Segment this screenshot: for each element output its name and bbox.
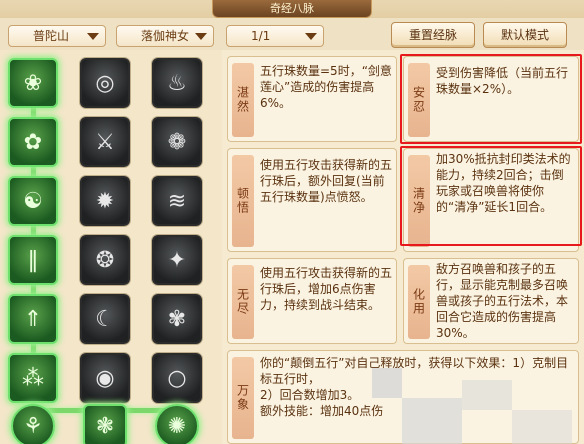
skill-desc: 你的“颠倒五行”对自己释放时，获得以下效果：1）克制目标五行时， [260,356,569,386]
meridian-node[interactable]: ⚔ [80,117,130,167]
flower-bed-icon: ❃ [95,413,115,439]
skill-desc: 敌方召唤兽和孩子的五行，显示能克制最多召唤兽或孩子的五行法术，本回合它造成的伤害… [436,262,569,340]
skill-name: 化用 [408,265,430,339]
skill-card[interactable]: 湛然 五行珠数量=5时，“剑意莲心”造成的伤害提高6%。 [227,56,397,142]
meridian-node[interactable]: ⚘ [11,404,55,444]
swirl-icon: ◎ [95,70,115,96]
meridian-node[interactable]: ❂ [80,235,130,285]
meridian-node[interactable]: ○ [152,353,202,403]
meridian-node[interactable]: ✦ [152,235,202,285]
highlight-box [400,54,582,144]
skill-card[interactable]: 无尽 使用五行攻击获得新的五行珠后，增加6点伤害力，持续到战斗结束。 [227,258,397,344]
spirit-icon: ✺ [167,413,187,439]
default-mode-button[interactable]: 默认模式 [483,22,567,48]
window-titlebar: 奇经八脉 [0,0,584,18]
faction-select-value: 普陀山 [33,29,70,43]
meridian-node[interactable]: ✺ [155,404,199,444]
page-select-value: 1/1 [251,29,271,43]
meridian-node[interactable]: ☾ [80,294,130,344]
meridian-node[interactable]: ☯ [8,176,58,226]
lotus-icon: ❀ [23,70,43,96]
meridian-node[interactable]: ❀ [8,58,58,108]
meridian-node[interactable]: ✹ [80,176,130,226]
reset-meridian-button[interactable]: 重置经脉 [391,22,475,48]
skill-name: 万象 [232,357,254,439]
chevron-down-icon [305,33,317,40]
bamboo-icon: ‖ [27,247,39,273]
chevron-down-icon [195,33,207,40]
lotus-seat-icon: ✿ [23,129,43,155]
meridian-node[interactable]: ♨ [152,58,202,108]
highlight-box [400,146,582,246]
skill-desc: 使用五行攻击获得新的五行珠后，额外回复(当前五行珠数量)点愤怒。 [260,158,393,204]
skill-card[interactable]: 化用 敌方召唤兽和孩子的五行，显示能克制最多召唤兽或孩子的五行法术，本回合它造成… [403,258,579,344]
skill-name: 无尽 [232,265,254,339]
meridian-node[interactable]: ✿ [8,117,58,167]
skill-panel: 湛然 五行珠数量=5时，“剑意莲心”造成的伤害提高6%。 顿悟 使用五行攻击获得… [222,50,584,444]
lotus-flower-icon: ❁ [167,129,187,155]
ring-icon: ◉ [95,365,115,391]
watermark-patch [512,410,572,444]
circle-icon: ○ [167,365,187,391]
skill-card[interactable]: 顿悟 使用五行攻击获得新的五行珠后，额外回复(当前五行珠数量)点愤怒。 [227,148,397,252]
skill-desc: 五行珠数量=5时，“剑意莲心”造成的伤害提高6%。 [260,64,392,110]
sword-icon: ⚔ [95,129,115,155]
wave-icon: ☯ [23,188,43,214]
wind-icon: ≋ [167,188,187,214]
page-select[interactable]: 1/1 [226,25,324,47]
skill-name: 顿悟 [232,155,254,247]
window-title: 奇经八脉 [212,0,372,18]
watermark-patch [462,380,512,410]
spiral-icon: ❂ [95,247,115,273]
meridian-node[interactable]: ❃ [83,404,127,444]
orbs-icon: ⁂ [22,365,44,391]
chevron-down-icon [87,33,99,40]
watermark-patch [372,368,402,398]
up-arrow-icon: ⇑ [23,306,43,332]
meridian-node[interactable]: ≋ [152,176,202,226]
meridian-node[interactable]: ⇑ [8,294,58,344]
meridian-node[interactable]: ◎ [80,58,130,108]
meridian-node[interactable]: ‖ [8,235,58,285]
faction-select[interactable]: 普陀山 [8,25,106,47]
watermark-patch [402,398,462,444]
role-select-value: 落伽神女 [141,29,190,43]
gourd-icon: ⚘ [23,413,43,439]
flame-icon: ♨ [167,70,187,96]
role-select[interactable]: 落伽神女 [116,25,214,47]
crescent-icon: ☾ [95,306,115,332]
meridian-node[interactable]: ✾ [152,294,202,344]
vortex-icon: ✹ [95,188,115,214]
bloom-icon: ✾ [167,306,187,332]
meridian-grid: ❀ ◎ ♨ ✿ ⚔ ❁ ☯ ✹ ≋ ‖ ❂ ✦ ⇑ ☾ ✾ ⁂ ◉ ○ ⚘ ❃ ✺ [0,50,222,444]
meridian-node[interactable]: ◉ [80,353,130,403]
meridian-node[interactable]: ⁂ [8,353,58,403]
beast-icon: ✦ [167,247,187,273]
skill-desc: 使用五行攻击获得新的五行珠后，增加6点伤害力，持续到战斗结束。 [260,266,393,312]
skill-name: 湛然 [232,63,254,137]
meridian-node[interactable]: ❁ [152,117,202,167]
toolbar: 普陀山 落伽神女 1/1 重置经脉 默认模式 [0,20,584,50]
